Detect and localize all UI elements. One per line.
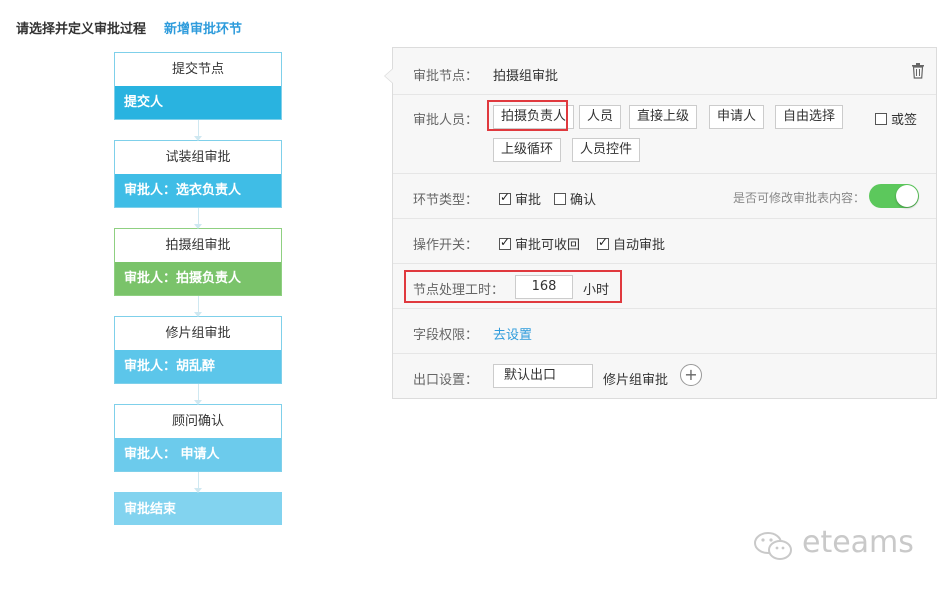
exit-target: 修片组审批	[603, 373, 669, 388]
recall-label: 审批可收回	[515, 238, 581, 253]
row-operations: 操作开关： 审批可收回 自动审批	[393, 219, 936, 264]
row-processing-time: 节点处理工时： 168 小时	[393, 264, 936, 309]
flow-connector	[194, 208, 202, 229]
flow-node-title: 顾问确认	[115, 405, 281, 438]
flow-connector	[194, 120, 202, 141]
approver-option-person[interactable]: 人员	[579, 105, 622, 129]
flow-connector	[194, 296, 202, 317]
row-node: 审批节点： 拍摄组审批	[393, 48, 936, 95]
checkbox-checked-icon	[499, 235, 511, 250]
auto-approve-label: 自动审批	[613, 238, 666, 253]
field-permissions-label: 字段权限：	[413, 328, 479, 343]
approver-option-applicant[interactable]: 申请人	[709, 105, 765, 129]
flow-node-retouch[interactable]: 修片组审批 审批人：胡乱醉	[114, 316, 282, 384]
flow-node-detail: 审批人： 申请人	[115, 438, 281, 471]
flow-node-fitting[interactable]: 试装组审批 审批人：选衣负责人	[114, 140, 282, 208]
flow-node-end[interactable]: 审批结束	[114, 492, 282, 525]
recall-checkbox[interactable]: 审批可收回	[499, 234, 580, 253]
toggle-knob	[896, 185, 918, 207]
trash-icon[interactable]	[911, 63, 925, 83]
row-exit-settings: 出口设置： 默认出口 修片组审批 +	[393, 354, 936, 399]
checkbox-checked-icon	[597, 235, 609, 250]
checkbox-icon	[875, 113, 887, 125]
auto-approve-checkbox[interactable]: 自动审批	[597, 234, 665, 253]
approval-flow: 提交节点 提交人 试装组审批 审批人：选衣负责人 拍摄组审批 审批人：拍摄负责人…	[114, 52, 282, 525]
approver-option-person-control[interactable]: 人员控件	[572, 138, 641, 162]
wechat-watermark-icon	[754, 532, 792, 560]
approvers-label: 审批人员：	[413, 113, 479, 128]
page-title: 请选择并定义审批过程	[16, 22, 147, 37]
row-step-type: 环节类型： 审批 确认 是否可修改审批表内容：	[393, 174, 936, 219]
node-label: 审批节点：	[413, 69, 479, 84]
checkbox-checked-icon	[499, 190, 511, 205]
operations-label: 操作开关：	[413, 238, 479, 253]
field-permissions-link[interactable]: 去设置	[493, 324, 532, 343]
flow-node-submit[interactable]: 提交节点 提交人	[114, 52, 282, 120]
or-sign-label: 或签	[891, 113, 918, 128]
exit-settings-label: 出口设置：	[413, 373, 479, 388]
flow-node-title: 试装组审批	[115, 141, 281, 174]
add-approval-step-link[interactable]: 新增审批环节	[164, 18, 242, 37]
flow-node-detail: 审批人：选衣负责人	[115, 174, 281, 207]
flow-connector	[194, 472, 202, 493]
node-name: 拍摄组审批	[493, 69, 559, 84]
node-settings-panel: 审批节点： 拍摄组审批 审批人员： 拍摄负责人 人员 直接上级 申请人 自由选择…	[384, 47, 937, 399]
exit-default-input[interactable]: 默认出口	[493, 364, 593, 388]
flow-node-shooting[interactable]: 拍摄组审批 审批人：拍摄负责人	[114, 228, 282, 296]
checkbox-icon	[554, 193, 566, 205]
approver-option-superior-loop[interactable]: 上级循环	[493, 138, 562, 162]
flow-node-detail: 审批人：拍摄负责人	[115, 262, 281, 295]
type-approve-label: 审批	[515, 193, 542, 208]
step-type-label: 环节类型：	[413, 193, 479, 208]
flow-node-title: 提交节点	[115, 53, 281, 86]
flow-node-title: 修片组审批	[115, 317, 281, 350]
flow-node-detail: 提交人	[115, 86, 281, 119]
flow-connector	[194, 384, 202, 405]
type-confirm-label: 确认	[570, 193, 597, 208]
highlight-box	[404, 270, 622, 303]
approver-option-free-select[interactable]: 自由选择	[775, 105, 844, 129]
highlight-box	[487, 100, 568, 131]
add-exit-icon[interactable]: +	[680, 364, 702, 386]
row-approvers: 审批人员： 拍摄负责人 人员 直接上级 申请人 自由选择 或签 上级循环 人员控…	[393, 95, 936, 174]
type-approve-checkbox[interactable]: 审批	[499, 189, 541, 208]
flow-node-title: 拍摄组审批	[115, 229, 281, 262]
approver-option-direct-superior[interactable]: 直接上级	[629, 105, 698, 129]
row-field-permissions: 字段权限： 去设置	[393, 309, 936, 354]
type-confirm-checkbox[interactable]: 确认	[554, 189, 596, 208]
editable-toggle[interactable]	[869, 184, 919, 208]
editable-label: 是否可修改审批表内容：	[733, 191, 866, 205]
flow-node-consultant[interactable]: 顾问确认 审批人： 申请人	[114, 404, 282, 472]
or-sign-checkbox[interactable]: 或签	[875, 109, 917, 128]
flow-node-detail: 审批人：胡乱醉	[115, 350, 281, 383]
panel-pointer	[384, 68, 393, 84]
watermark-text: eteams	[802, 525, 914, 560]
